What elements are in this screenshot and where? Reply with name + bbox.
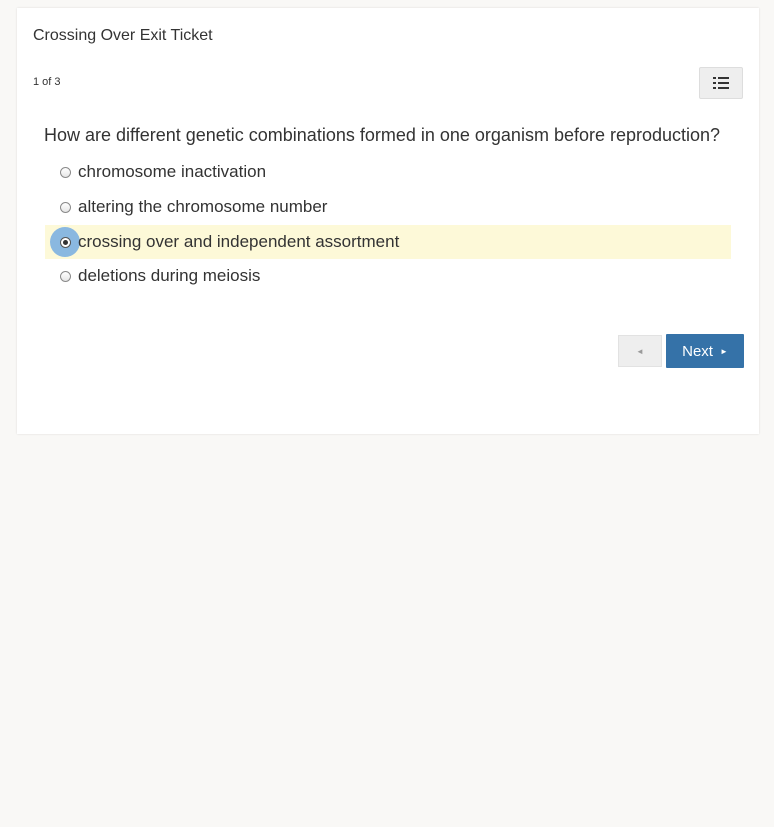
- answer-option-4[interactable]: deletions during meiosis: [45, 259, 731, 293]
- answer-option-1[interactable]: chromosome inactivation: [45, 155, 731, 189]
- quiz-title: Crossing Over Exit Ticket: [33, 27, 213, 44]
- answer-label: altering the chromosome number: [78, 197, 328, 216]
- answer-label: chromosome inactivation: [78, 162, 267, 181]
- next-button[interactable]: Next ►: [666, 334, 744, 368]
- answer-option-3[interactable]: crossing over and independent assortment: [45, 225, 731, 259]
- answer-label: deletions during meiosis: [78, 266, 261, 285]
- radio-button[interactable]: [59, 270, 71, 282]
- answer-label: crossing over and independent assortment: [78, 232, 400, 251]
- previous-button[interactable]: ◄: [618, 335, 662, 367]
- left-arrow-icon: ◄: [636, 346, 644, 356]
- quiz-card: Crossing Over Exit Ticket 1 of 3 How are…: [17, 8, 759, 434]
- radio-button[interactable]: [59, 201, 71, 213]
- right-arrow-icon: ►: [719, 346, 728, 356]
- answer-option-2[interactable]: altering the chromosome number: [45, 190, 731, 224]
- question-counter: 1 of 3: [33, 76, 61, 88]
- list-icon: [713, 77, 729, 89]
- question-text: How are different genetic combinations f…: [44, 125, 721, 145]
- radio-button[interactable]: [59, 166, 71, 178]
- radio-button-selected[interactable]: [59, 236, 71, 248]
- question-list-button[interactable]: [699, 67, 743, 99]
- next-button-label: Next: [682, 342, 713, 360]
